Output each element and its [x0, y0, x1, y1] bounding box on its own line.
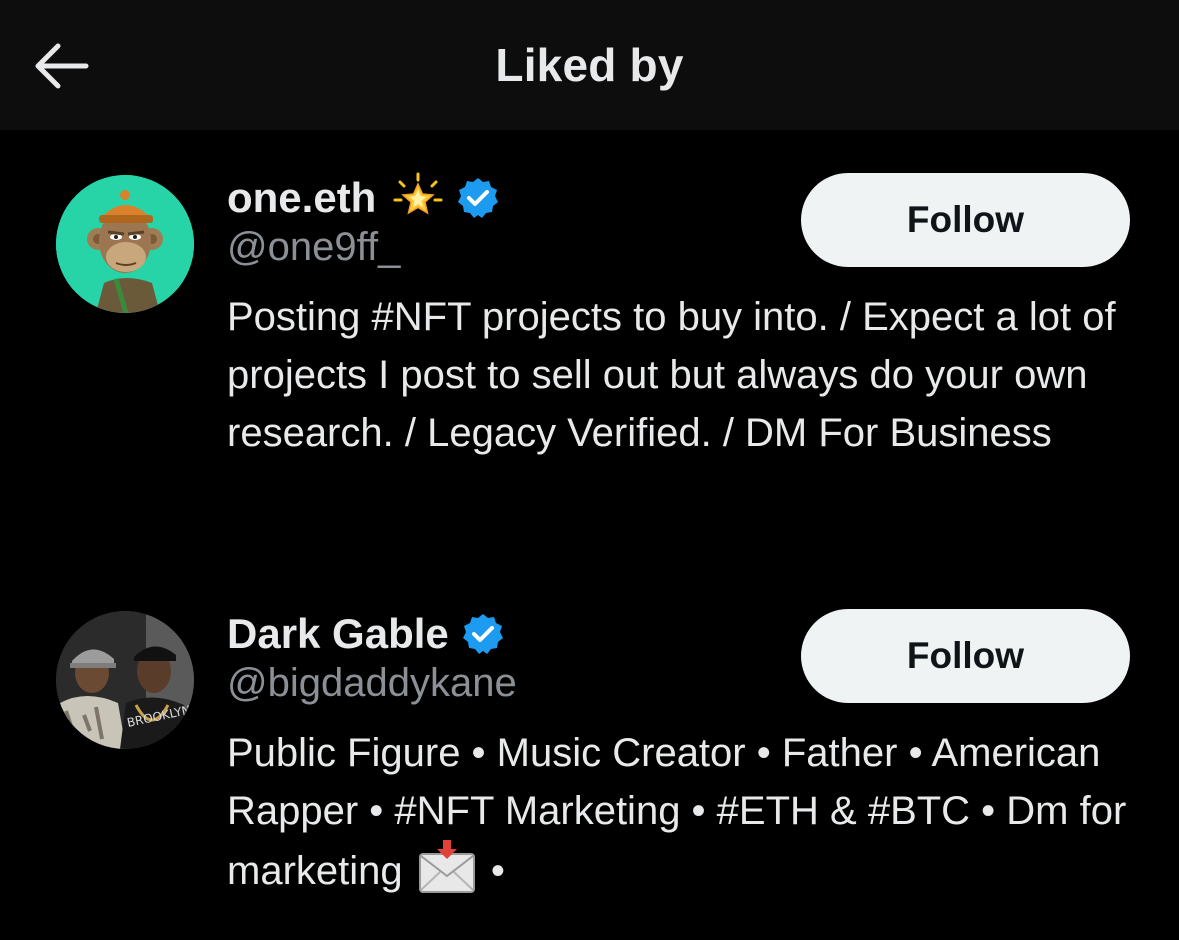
- user-bio: Public Figure • Music Creator • Father •…: [227, 724, 1147, 900]
- name-line: Dark Gable: [227, 609, 505, 659]
- follow-button[interactable]: Follow: [801, 173, 1130, 267]
- display-name[interactable]: one.eth: [227, 174, 376, 222]
- photo-avatar-icon: BROOKLYN: [56, 611, 194, 749]
- page-title: Liked by: [495, 39, 684, 91]
- bio-text: Public Figure • Music Creator • Father •…: [227, 731, 1127, 893]
- glowing-star-icon: [393, 172, 443, 215]
- user-handle[interactable]: @bigdaddykane: [227, 661, 517, 706]
- verified-badge-icon: [462, 614, 503, 654]
- display-name[interactable]: Dark Gable: [227, 610, 449, 658]
- bio-separator: •: [490, 849, 505, 893]
- avatar[interactable]: BROOKLYN: [56, 611, 194, 749]
- top-bar: Liked by: [0, 0, 1179, 130]
- verified-badge-icon: [458, 178, 499, 218]
- user-bio: Posting #NFT projects to buy into. / Exp…: [227, 295, 1116, 455]
- user-handle[interactable]: @one9ff_: [227, 225, 400, 270]
- name-line: one.eth: [227, 172, 500, 223]
- avatar[interactable]: [56, 175, 194, 313]
- follow-button[interactable]: Follow: [801, 609, 1130, 703]
- ape-avatar-icon: [56, 175, 194, 313]
- incoming-envelope-icon: [418, 840, 475, 893]
